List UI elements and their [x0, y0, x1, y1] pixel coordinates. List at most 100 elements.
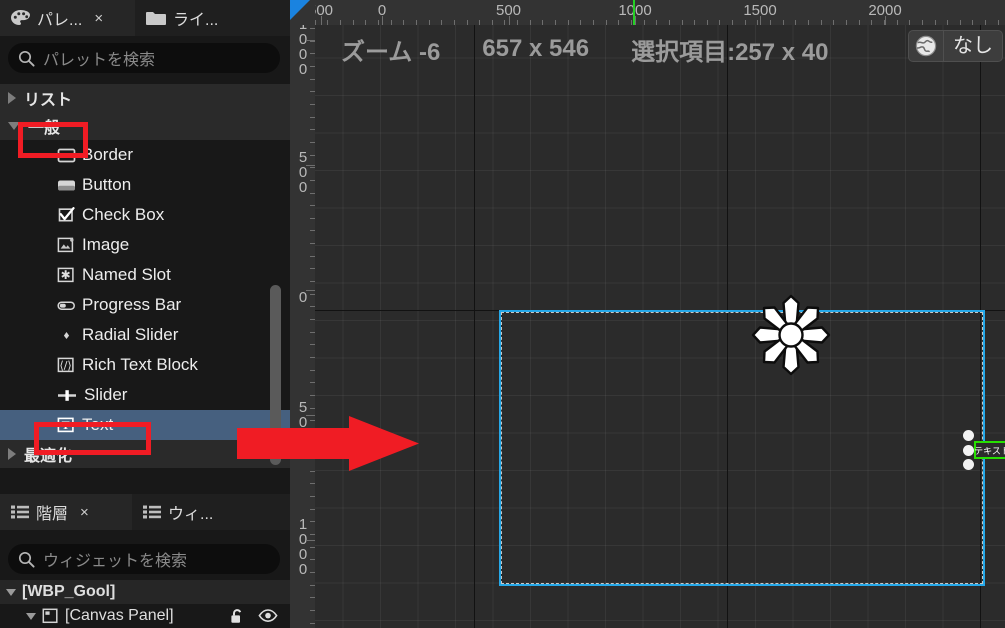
canvas-panel-bounds[interactable] [499, 310, 985, 586]
ruler-v-minor-tick [310, 508, 315, 510]
ruler-horizontal[interactable]: 500 0 500 1000 1500 2000 [290, 0, 1005, 25]
ruler-v-minor-tick [310, 167, 315, 169]
selected-text-widget[interactable]: テキストブロック [963, 430, 1005, 470]
hierarchy-tree[interactable]: [WBP_Gool] [Canvas Panel] [0, 580, 290, 628]
palette-item-named-slot-label: Named Slot [82, 265, 171, 284]
palette-item-button[interactable]: Button [0, 170, 290, 200]
tab-widgets[interactable]: ウィ... [132, 494, 252, 530]
design-canvas[interactable]: テキストブロック [315, 25, 1005, 628]
ruler-v-minor-tick [310, 559, 315, 561]
palette-item-named-slot[interactable]: ✱ Named Slot [0, 260, 290, 290]
ruler-h-minor-tick [959, 20, 961, 25]
palette-item-rich-text-block-label: Rich Text Block [82, 355, 198, 374]
device-preview-selector[interactable]: なし [908, 30, 1003, 62]
tab-palette-close-icon[interactable]: × [94, 10, 103, 27]
palette-item-progress-bar[interactable]: Progress Bar [0, 290, 290, 320]
ruler-h-minor-tick [744, 20, 746, 25]
ruler-h-major-tick [635, 16, 636, 25]
ruler-h-major-tick [320, 16, 322, 25]
viewport-zoom-label: ズーム -6 [341, 38, 441, 66]
slider-icon [57, 388, 78, 403]
svg-text:⟨/⟩: ⟨/⟩ [59, 359, 71, 372]
palette-item-progress-bar-label: Progress Bar [82, 295, 182, 314]
globe-icon [909, 31, 943, 61]
ruler-h-minor-tick [415, 20, 417, 25]
ruler-h-minor-tick [947, 20, 949, 25]
ruler-v-minor-tick [310, 103, 315, 105]
ruler-vertical[interactable]: 100050005001000 [290, 0, 315, 628]
tab-hierarchy[interactable]: 階層 × [0, 494, 132, 530]
palette-item-image[interactable]: Image [0, 230, 290, 260]
anchor-flower-icon[interactable] [750, 293, 832, 377]
eye-icon[interactable] [258, 608, 278, 625]
hierarchy-search-box[interactable]: ウィジェットを検索 [8, 544, 280, 574]
ruler-h-minor-tick [845, 20, 847, 25]
ruler-h-major-tick [885, 16, 886, 25]
ruler-v-minor-tick [310, 382, 315, 384]
palette-item-radial-slider[interactable]: Radial Slider [0, 320, 290, 350]
ruler-v-minor-tick [310, 192, 315, 194]
ruler-h-minor-tick [668, 20, 670, 25]
ruler-h-minor-tick [972, 20, 974, 25]
ruler-v-minor-tick [310, 584, 315, 586]
ruler-corner[interactable] [290, 0, 315, 25]
resize-handle-bottom-left[interactable] [963, 459, 974, 470]
palette-tab-bar: パレ... × ライ... [0, 0, 290, 36]
palette-category-list[interactable]: リスト [0, 84, 290, 112]
hierarchy-row-canvas-panel-label: [Canvas Panel] [65, 607, 174, 624]
ruler-h-minor-tick [997, 20, 999, 25]
ruler-green-marker [633, 0, 635, 25]
ruler-h-minor-tick [921, 20, 923, 25]
ruler-h-minor-tick [618, 20, 620, 25]
ruler-h-minor-tick [681, 20, 683, 25]
design-viewport[interactable]: テキストブロック ズーム -6 657 x 546 選択項目:257 x 40 [290, 0, 1005, 628]
palette-item-image-label: Image [82, 235, 130, 254]
tab-library[interactable]: ライ... [135, 0, 255, 36]
palette-item-slider[interactable]: Slider [0, 380, 290, 410]
ruler-h-minor-tick [567, 20, 569, 25]
ruler-v-minor-tick [310, 154, 315, 156]
ruler-h-minor-tick [770, 20, 771, 25]
ruler-v-minor-tick [310, 622, 315, 624]
ruler-h-minor-tick [403, 20, 405, 25]
palette-item-slider-label: Slider [84, 385, 128, 404]
ruler-v-minor-tick [310, 293, 315, 295]
ruler-h-minor-tick [858, 20, 860, 25]
ruler-v-label: 1000 [298, 17, 308, 78]
ruler-v-minor-tick [310, 28, 315, 29]
ruler-h-minor-tick [352, 20, 354, 25]
palette-search-placeholder: パレットを検索 [43, 52, 156, 69]
resize-handle-top-left[interactable] [963, 430, 974, 441]
ruler-h-minor-tick [757, 20, 759, 25]
ruler-h-minor-tick [479, 20, 481, 25]
resize-handle-middle-left[interactable] [963, 444, 974, 456]
unlock-icon[interactable] [229, 608, 246, 625]
palette-item-check-box[interactable]: Check Box [0, 200, 290, 230]
ruler-v-major-tick [306, 290, 315, 291]
tab-palette[interactable]: パレ... × [0, 0, 135, 36]
palette-item-rich-text-block[interactable]: ⟨/⟩ Rich Text Block [0, 350, 290, 380]
folder-icon [145, 10, 167, 27]
ruler-h-minor-tick [833, 20, 835, 25]
palette-icon [10, 9, 31, 27]
chevron-right-icon [8, 92, 16, 104]
app-root: パレ... × ライ... パレットを検索 リスト 一般 Border Butt… [0, 0, 1005, 628]
ruler-v-minor-tick [310, 496, 315, 497]
progress-bar-icon [57, 298, 76, 313]
ruler-h-major-tick [382, 16, 383, 25]
ruler-h-minor-tick [504, 20, 506, 25]
ruler-v-minor-tick [310, 78, 315, 80]
ruler-v-minor-tick [310, 116, 315, 118]
palette-search-box[interactable]: パレットを検索 [8, 43, 280, 73]
hierarchy-row-canvas-panel[interactable]: [Canvas Panel] [0, 604, 290, 628]
ruler-v-minor-tick [310, 369, 315, 371]
ruler-h-minor-tick [390, 20, 392, 25]
hierarchy-row-wbp-gool[interactable]: [WBP_Gool] [0, 580, 290, 604]
ruler-v-minor-tick [310, 609, 315, 611]
ruler-v-major-tick [306, 540, 315, 541]
ruler-h-minor-tick [706, 20, 708, 25]
ruler-h-minor-tick [896, 20, 898, 25]
ruler-v-minor-tick [310, 243, 315, 245]
tab-hierarchy-close-icon[interactable]: × [80, 504, 89, 521]
tab-widgets-label: ウィ... [168, 506, 214, 523]
